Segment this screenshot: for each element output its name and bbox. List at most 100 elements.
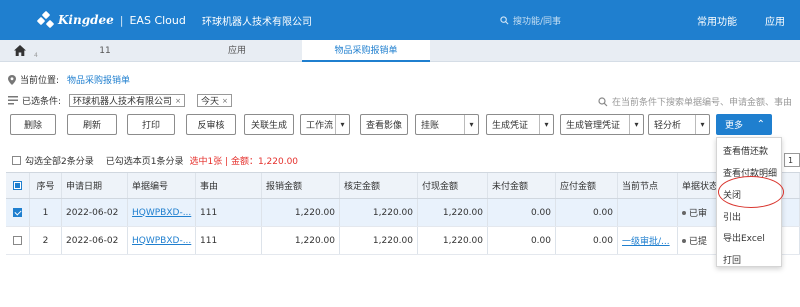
tab-home[interactable] (6, 40, 34, 62)
associate-generate-button[interactable]: 关联生成 (244, 114, 294, 135)
light-analysis-dropdown[interactable]: 轻分析 ▾ (648, 114, 710, 135)
close-icon[interactable]: × (175, 97, 181, 105)
tab-apps[interactable]: 应用 (172, 40, 302, 62)
row-number: 1 (30, 199, 62, 226)
suspend-dropdown[interactable]: 挂账 ▾ (415, 114, 479, 135)
approved-amount: 1,220.00 (340, 227, 418, 254)
table-row[interactable]: 1 2022-06-02 HQWPBXD-... 111 1,220.00 1,… (6, 199, 800, 227)
brand-separator: | (119, 13, 124, 27)
cash-amount: 1,220.00 (418, 199, 488, 226)
column-header[interactable]: 核定金额 (340, 173, 418, 198)
kingdee-logo[interactable]: Kingdee | EAS Cloud (36, 10, 186, 29)
row-checkbox[interactable] (13, 208, 22, 217)
home-tab-counter: 4 (34, 52, 38, 59)
table-header: 序号 申请日期 单据编号 事由 报销金额 核定金额 付现金额 未付金额 应付金额… (6, 172, 800, 199)
more-dropdown-button[interactable]: 更多 ⌃ (716, 114, 772, 135)
unpaid-amount: 0.00 (488, 199, 556, 226)
chevron-down-icon: ▾ (695, 115, 709, 134)
menu-item-export-excel[interactable]: 导出Excel (723, 231, 765, 244)
filter-chip-company-label: 环球机器人技术有限公司 (73, 97, 173, 107)
tab-purchase-reimbursement[interactable]: 物品采购报销单 (302, 40, 430, 62)
view-image-button[interactable]: 查看影像 (360, 114, 408, 135)
unaudit-button[interactable]: 反审核 (186, 114, 236, 135)
select-all-label[interactable]: 勾选全部2条分录 (25, 154, 94, 167)
status-dot-icon (682, 238, 686, 243)
column-header[interactable]: 未付金额 (488, 173, 556, 198)
search-icon (500, 15, 509, 24)
more-label: 更多 (725, 121, 744, 131)
location-pin-icon (8, 74, 16, 85)
chevron-down-icon: ▾ (629, 115, 643, 134)
chevron-down-icon: ▾ (335, 115, 349, 134)
common-functions-link[interactable]: 常用功能 (697, 13, 737, 28)
generate-mgmt-voucher-dropdown[interactable]: 生成管理凭证 ▾ (560, 114, 644, 135)
global-search[interactable]: 搜功能/同事 (500, 13, 650, 27)
column-header[interactable]: 事由 (196, 173, 262, 198)
location-value[interactable]: 物品采购报销单 (67, 73, 130, 86)
suspend-label: 挂账 (421, 121, 440, 131)
tab-bar: 4 11 应用 物品采购报销单 (0, 40, 800, 62)
apps-link[interactable]: 应用 (765, 13, 785, 28)
kingdee-logo-icon (36, 10, 55, 29)
unpaid-amount: 0.00 (488, 227, 556, 254)
select-all-checkbox[interactable] (12, 156, 21, 165)
column-header[interactable]: 付现金额 (418, 173, 488, 198)
bill-number-link[interactable]: HQWPBXD-... (132, 208, 191, 218)
row-checkbox[interactable] (13, 236, 22, 245)
workflow-dropdown[interactable]: 工作流 ▾ (300, 114, 350, 135)
current-node-link[interactable]: 一级审批/... (622, 234, 670, 247)
filter-search[interactable]: 在当前条件下搜索单据编号、申请金额、事由 (598, 95, 792, 108)
filter-chip-today-label: 今天 (200, 97, 219, 107)
generate-voucher-label: 生成凭证 (492, 121, 529, 131)
reimburse-amount: 1,220.00 (262, 199, 340, 226)
location-label: 当前位置: (20, 76, 60, 86)
chevron-down-icon: ▾ (539, 115, 553, 134)
top-header: Kingdee | EAS Cloud 环球机器人技术有限公司 搜功能/同事 常… (0, 0, 800, 40)
selected-amount-info: 选中1张 | 金额：1,220.00 (189, 157, 299, 167)
delete-button[interactable]: 删除 (10, 114, 56, 135)
print-button[interactable]: 打印 (127, 114, 175, 135)
column-header[interactable]: 序号 (30, 173, 62, 198)
workflow-label: 工作流 (306, 121, 334, 131)
status-badge: 已审 (689, 209, 708, 219)
page-size-input[interactable]: 1 (784, 153, 800, 167)
column-header[interactable]: 应付金额 (556, 173, 618, 198)
generate-voucher-dropdown[interactable]: 生成凭证 ▾ (486, 114, 554, 135)
breadcrumb: 当前位置: 物品采购报销单 (8, 73, 130, 86)
chevron-up-icon: ⌃ (756, 119, 765, 130)
highlight-annotation (718, 176, 784, 208)
filter-chip-today[interactable]: 今天 × (196, 94, 232, 107)
filter-search-placeholder: 在当前条件下搜索单据编号、申请金额、事由 (612, 98, 793, 108)
close-icon[interactable]: × (222, 97, 228, 105)
column-header[interactable]: 申请日期 (62, 173, 128, 198)
menu-item-view-loans[interactable]: 查看借还款 (723, 144, 768, 157)
status-badge: 已提 (689, 237, 708, 247)
refresh-button[interactable]: 刷新 (67, 114, 117, 135)
column-header[interactable]: 报销金额 (262, 173, 340, 198)
chevron-down-icon: ▾ (464, 115, 478, 134)
table-row[interactable]: 2 2022-06-02 HQWPBXD-... 111 1,220.00 1,… (6, 227, 800, 255)
filter-chip-company[interactable]: 环球机器人技术有限公司 × (69, 94, 185, 107)
cash-amount: 1,220.00 (418, 227, 488, 254)
select-page-label: 已勾选本页1条分录 (105, 157, 184, 167)
filters-label: 已选条件: (22, 97, 62, 107)
global-search-placeholder: 搜功能/同事 (513, 16, 562, 27)
bill-number-link[interactable]: HQWPBXD-... (132, 236, 191, 246)
column-header[interactable]: 当前节点 (618, 173, 678, 198)
row-number: 2 (30, 227, 62, 254)
menu-item-return[interactable]: 打回 (723, 253, 741, 266)
status-dot-icon (682, 210, 686, 215)
tab-11[interactable]: 11 (40, 40, 170, 62)
generate-mgmt-voucher-label: 生成管理凭证 (566, 121, 621, 131)
reason: 111 (196, 227, 262, 254)
company-name[interactable]: 环球机器人技术有限公司 (202, 13, 312, 28)
apply-date: 2022-06-02 (62, 227, 128, 254)
column-header[interactable]: 单据编号 (128, 173, 196, 198)
payable-amount: 0.00 (556, 227, 618, 254)
header-select-checkbox[interactable] (13, 181, 22, 190)
light-analysis-label: 轻分析 (654, 121, 682, 131)
menu-item-export[interactable]: 引出 (723, 210, 741, 223)
selected-filters: 已选条件: 环球机器人技术有限公司 × 今天 × (8, 94, 232, 107)
home-icon (14, 45, 26, 56)
reason: 111 (196, 199, 262, 226)
